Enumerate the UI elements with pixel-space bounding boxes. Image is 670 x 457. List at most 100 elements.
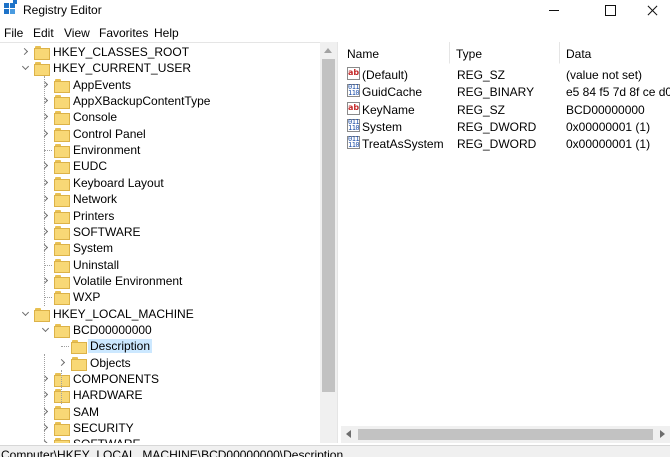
tree-vertical-scrollbar[interactable] xyxy=(320,42,337,443)
maximize-button[interactable] xyxy=(587,0,633,21)
tree-node-label[interactable]: Keyboard Layout xyxy=(71,176,166,190)
tree-node[interactable]: EUDC xyxy=(0,158,320,175)
tree-node[interactable]: Volatile Environment xyxy=(0,273,320,289)
tree-node-label[interactable]: SECURITY xyxy=(71,421,136,435)
list-row[interactable]: ab KeyName REG_SZ BCD00000000 xyxy=(341,101,670,118)
chevron-down-icon[interactable] xyxy=(40,323,50,337)
tree-connector xyxy=(44,297,52,299)
menu-help[interactable]: Help xyxy=(154,26,179,40)
tree-node[interactable]: COMPONENTS xyxy=(0,371,320,387)
chevron-right-icon[interactable] xyxy=(57,356,67,370)
tree-node-label[interactable]: BCD00000000 xyxy=(71,323,154,337)
tree-node-label[interactable]: EUDC xyxy=(71,159,109,173)
chevron-down-icon[interactable] xyxy=(20,307,30,321)
tree-node[interactable]: HKEY_LOCAL_MACHINE xyxy=(0,306,320,322)
tree-node[interactable]: Uninstall xyxy=(0,257,320,273)
chevron-right-icon[interactable] xyxy=(40,372,50,386)
tree-node[interactable]: Keyboard Layout xyxy=(0,175,320,191)
scroll-right-arrow-icon[interactable] xyxy=(660,430,665,438)
menu-edit[interactable]: Edit xyxy=(33,26,54,40)
column-header-data[interactable]: Data xyxy=(560,42,670,64)
tree-node[interactable]: AppEvents xyxy=(0,77,320,93)
chevron-right-icon[interactable] xyxy=(40,388,50,402)
tree-node-label[interactable]: Volatile Environment xyxy=(71,274,184,288)
chevron-right-icon[interactable] xyxy=(40,437,50,443)
chevron-right-icon[interactable] xyxy=(40,405,50,419)
tree-node-label[interactable]: HKEY_CURRENT_USER xyxy=(51,61,193,75)
tree-node-label[interactable]: Network xyxy=(71,192,119,206)
chevron-right-icon[interactable] xyxy=(40,192,50,206)
tree-node[interactable]: HKEY_CURRENT_USER xyxy=(0,60,320,77)
tree-node-label[interactable]: Console xyxy=(71,110,119,124)
chevron-right-icon[interactable] xyxy=(40,127,50,141)
chevron-right-icon[interactable] xyxy=(40,110,50,124)
list-row[interactable]: 011 110 TreatAsSystem REG_DWORD 0x00000001 (… xyxy=(341,135,670,152)
tree-node-label[interactable]: HKEY_LOCAL_MACHINE xyxy=(51,307,196,321)
list-row[interactable]: ab (Default) REG_SZ (value not set) xyxy=(341,66,670,83)
chevron-right-icon[interactable] xyxy=(40,209,50,223)
registry-editor-icon xyxy=(4,0,18,17)
tree-scrollbar-thumb[interactable] xyxy=(322,59,335,392)
list-row[interactable]: 011 110 System REG_DWORD 0x00000001 (1) xyxy=(341,118,670,135)
chevron-down-icon[interactable] xyxy=(20,61,30,75)
close-button[interactable] xyxy=(631,0,670,21)
folder-icon xyxy=(54,225,70,240)
tree-node-label[interactable]: AppXBackupContentType xyxy=(71,94,212,108)
tree-node-label[interactable]: SOFTWARE xyxy=(71,437,143,443)
chevron-right-icon[interactable] xyxy=(40,176,50,190)
tree-node[interactable]: Control Panel xyxy=(0,126,320,142)
tree-node-label[interactable]: AppEvents xyxy=(71,78,133,92)
tree-node[interactable]: SOFTWARE xyxy=(0,436,320,443)
tree-node[interactable]: Objects xyxy=(0,355,320,371)
tree-node[interactable]: BCD00000000 xyxy=(0,322,320,338)
tree-node-label[interactable]: Uninstall xyxy=(71,258,121,272)
tree-node-label[interactable]: Description xyxy=(88,339,153,354)
tree-node-label[interactable]: WXP xyxy=(71,290,102,304)
chevron-right-icon[interactable] xyxy=(40,78,50,92)
tree-node-label[interactable]: Control Panel xyxy=(71,127,148,141)
tree-node[interactable]: Description xyxy=(0,338,320,355)
menu-favorites[interactable]: Favorites xyxy=(99,26,148,40)
menu-file[interactable]: File xyxy=(4,26,23,40)
tree-node-label[interactable]: System xyxy=(71,241,115,255)
list-horizontal-scrollbar[interactable] xyxy=(341,426,670,443)
tree-node[interactable]: Console xyxy=(0,109,320,126)
registry-tree[interactable]: HKEY_CLASSES_ROOT HKEY_CURRENT_USER AppEve… xyxy=(0,42,337,443)
tree-node[interactable]: SOFTWARE xyxy=(0,224,320,240)
chevron-right-icon[interactable] xyxy=(40,274,50,288)
tree-node[interactable]: HKEY_CLASSES_ROOT xyxy=(0,44,320,60)
tree-node-label[interactable]: HKEY_CLASSES_ROOT xyxy=(51,45,191,59)
tree-node-label[interactable]: COMPONENTS xyxy=(71,372,161,386)
list-scrollbar-thumb[interactable] xyxy=(358,429,653,440)
binary-value-icon: 011 110 xyxy=(347,135,360,150)
tree-node[interactable]: SECURITY xyxy=(0,420,320,437)
tree-node-label[interactable]: HARDWARE xyxy=(71,388,145,402)
tree-node-label[interactable]: SAM xyxy=(71,405,101,419)
list-row[interactable]: 011 110 GuidCache REG_BINARY e5 84 f5 7d 8f … xyxy=(341,83,670,100)
tree-node[interactable]: Printers xyxy=(0,208,320,224)
chevron-right-icon[interactable] xyxy=(20,45,30,59)
chevron-right-icon[interactable] xyxy=(40,421,50,435)
minimize-button[interactable] xyxy=(532,0,578,21)
tree-node[interactable]: AppXBackupContentType xyxy=(0,93,320,110)
column-header-type[interactable]: Type xyxy=(450,42,560,64)
tree-node[interactable]: WXP xyxy=(0,289,320,306)
menu-view[interactable]: View xyxy=(64,26,90,40)
tree-node-label[interactable]: Environment xyxy=(71,143,142,157)
tree-node[interactable]: Environment xyxy=(0,142,320,159)
column-header-name[interactable]: Name xyxy=(341,42,450,64)
chevron-right-icon[interactable] xyxy=(40,225,50,239)
scroll-up-arrow-icon[interactable] xyxy=(324,48,332,53)
tree-node[interactable]: SAM xyxy=(0,404,320,420)
tree-node[interactable]: HARDWARE xyxy=(0,387,320,404)
chevron-right-icon[interactable] xyxy=(40,94,50,108)
tree-node-label[interactable]: SOFTWARE xyxy=(71,225,143,239)
tree-node-label[interactable]: Printers xyxy=(71,209,116,223)
chevron-right-icon[interactable] xyxy=(40,241,50,255)
tree-node-label[interactable]: Objects xyxy=(88,356,133,370)
chevron-right-icon[interactable] xyxy=(40,159,50,173)
tree-node[interactable]: Network xyxy=(0,191,320,208)
value-type: REG_DWORD xyxy=(457,119,537,134)
tree-node[interactable]: System xyxy=(0,240,320,257)
scroll-left-arrow-icon[interactable] xyxy=(346,430,351,438)
